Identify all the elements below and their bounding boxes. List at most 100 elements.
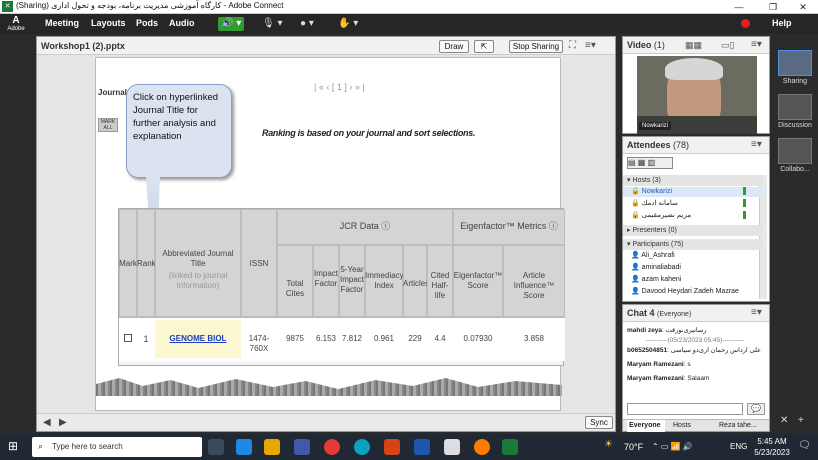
settings-icon[interactable]: ✕ (780, 414, 788, 428)
header-immediacy: Immediacy Index (365, 271, 404, 290)
raise-hand-icon[interactable]: ✋ ▾ (338, 17, 358, 31)
firefox-icon[interactable] (474, 439, 490, 455)
list-item[interactable]: 👤 Ali_Ashrafi (623, 251, 763, 261)
row-checkbox[interactable] (124, 334, 132, 342)
task-view-icon[interactable] (208, 439, 224, 455)
hosts-group-header[interactable]: ▾ Hosts (3) (623, 175, 763, 186)
header-rank: Rank (137, 259, 156, 268)
participants-group-header[interactable]: ▾ Participants (75) (623, 239, 763, 250)
pointer-button[interactable]: ⇱ (474, 40, 494, 53)
restore-button[interactable]: ❐ (758, 0, 788, 14)
widgets-icon[interactable] (236, 439, 252, 455)
previous-slide-icon[interactable]: ◀ (43, 416, 51, 430)
time: 5:45 AM (757, 437, 787, 446)
list-item[interactable]: 👤 aminaliabadi (623, 263, 763, 273)
video-pod-header: Video (1) ▦▦ ▭▯ ≡▾ (623, 37, 769, 54)
share-pod-header: Workshop1 (2).pptx Draw ⇱ Stop Sharing ⛶… (37, 37, 615, 55)
file-explorer-icon[interactable] (264, 439, 280, 455)
powerpoint-icon[interactable] (384, 439, 400, 455)
sync-button[interactable]: Sync (585, 416, 613, 429)
close-button[interactable]: ✕ (788, 0, 818, 14)
language-indicator[interactable]: ENG (730, 440, 747, 454)
layout-sharing-thumbnail[interactable] (778, 50, 812, 76)
pod-options-icon[interactable]: ≡▾ (751, 138, 762, 152)
slide: Journals 1 | « ‹ [ 1 ] › » | MARK ALL Ra… (95, 57, 565, 411)
chat-pod-header: Chat 4 (Everyone) ≡▾ (623, 305, 769, 322)
cell-rank: 1 (143, 334, 149, 344)
menu-meeting[interactable]: Meeting (45, 18, 79, 28)
edge-icon[interactable] (354, 439, 370, 455)
filmstrip-icon[interactable]: ▭▯ (721, 38, 734, 52)
list-item[interactable]: 👤 azam kaheni (623, 275, 763, 285)
journal-title-link[interactable]: GENOME BIOL (155, 334, 241, 344)
word-icon[interactable] (414, 439, 430, 455)
cell-half-life: 4.4 (434, 334, 446, 343)
header-cited-half-life: Cited Half-life (430, 271, 450, 300)
app-icon[interactable] (444, 439, 460, 455)
attendee-view-switcher[interactable]: ▤ ▦ ▥ (627, 157, 673, 169)
header-eigenfactor-score: Eigenfactor™ Score (453, 271, 503, 290)
search-icon: ⌕ (38, 441, 44, 451)
window-title: (Sharing) کارگاه آموزشی مدیریت برنامه، ب… (16, 1, 284, 10)
recording-indicator-icon[interactable] (741, 19, 750, 28)
layout-collaboration-thumbnail[interactable] (778, 138, 812, 164)
windows-start-icon[interactable]: ⊞ (8, 439, 18, 453)
weather-temp[interactable]: 70°F (624, 440, 643, 454)
search-box[interactable]: ⌕ Type here to search (32, 437, 202, 457)
grid-view-icon[interactable]: ▦▦ (685, 38, 702, 52)
store-icon[interactable] (294, 439, 310, 455)
add-layout-icon[interactable]: + (798, 414, 804, 428)
header-total-cites: Total Cites (285, 279, 305, 298)
chrome-icon[interactable] (324, 439, 340, 455)
presenters-group-header[interactable]: ▸ Presenters (0) (623, 225, 763, 236)
chat-input[interactable] (627, 403, 743, 415)
webcam-icon[interactable]: ● ▾ (300, 17, 314, 31)
pager[interactable]: | « ‹ [ 1 ] › » | (314, 82, 365, 92)
list-item[interactable]: 🔒 Nowkarizi (623, 187, 763, 197)
callout-bubble: Click on hyperlinked Journal Title for f… (126, 84, 232, 178)
share-pod: Workshop1 (2).pptx Draw ⇱ Stop Sharing ⛶… (36, 36, 616, 432)
windows-taskbar: ⊞ ⌕ Type here to search ☀ 70°F ⌃ ▭ 📶 🔊 E… (0, 434, 818, 460)
person-hair (665, 58, 723, 80)
tab-hosts[interactable]: Hosts (673, 420, 691, 432)
clock[interactable]: 5:45 AM 5/23/2023 (752, 436, 792, 458)
pod-options-icon[interactable]: ≡▾ (585, 39, 596, 53)
send-message-icon[interactable]: 💬 (747, 403, 765, 415)
video-pod-count: (1) (653, 40, 665, 50)
list-item[interactable]: 🔒 مریم نصیرمقیمی (623, 211, 763, 221)
list-item[interactable]: 👤 Davood Heydari Zadeh Mazrae (623, 287, 763, 297)
share-pod-footer: ◀ ▶ Sync (37, 413, 615, 431)
minimize-button[interactable]: — (724, 0, 754, 14)
header-mark: Mark (119, 259, 137, 268)
draw-button[interactable]: Draw (439, 40, 469, 53)
mark-all-button[interactable]: MARK ALL (98, 118, 118, 132)
menu-layouts[interactable]: Layouts (91, 18, 126, 28)
attendees-pod-title: Attendees (627, 140, 671, 150)
layout-sharing-label[interactable]: Sharing (772, 78, 818, 85)
tab-private[interactable]: Reza tahe... (719, 420, 757, 432)
notification-icon[interactable]: 🗨 (798, 439, 811, 453)
stop-sharing-button[interactable]: Stop Sharing (509, 40, 563, 53)
tab-everyone[interactable]: Everyone (627, 420, 665, 432)
pod-options-icon[interactable]: ≡▾ (751, 38, 762, 52)
pod-options-icon[interactable]: ≡▾ (751, 306, 762, 320)
speaker-icon[interactable]: 🔊 ▾ (218, 17, 245, 31)
adobe-logo: A Adobe (7, 15, 25, 33)
next-slide-icon[interactable]: ▶ (59, 416, 67, 430)
header-title: Abbreviated Journal Title (162, 249, 234, 268)
layout-discussion-label[interactable]: Discussion (772, 122, 818, 129)
menu-pods[interactable]: Pods (136, 18, 158, 28)
layout-discussion-thumbnail[interactable] (778, 94, 812, 120)
header-articles: Articles (403, 279, 430, 288)
list-item[interactable]: 🔒 سامانه ادمك (623, 199, 763, 209)
menu-audio[interactable]: Audio (169, 18, 195, 28)
layout-collaboration-label[interactable]: Collabo... (772, 166, 818, 173)
fullscreen-icon[interactable]: ⛶ (569, 39, 576, 53)
cell-issn: 1474-760X (248, 334, 270, 353)
microphone-icon[interactable]: 🎙 ▾ (262, 17, 283, 31)
adobe-connect-taskbar-icon[interactable] (502, 439, 518, 455)
chat-pod: Chat 4 (Everyone) ≡▾ mahdi zeya: رسانیری… (622, 304, 770, 432)
tray-icons[interactable]: ⌃ ▭ 📶 🔊 (652, 440, 693, 454)
chat-timestamp: ----------(05/23/2023 05:45)---------- (645, 337, 745, 344)
menu-help[interactable]: Help (772, 18, 792, 28)
